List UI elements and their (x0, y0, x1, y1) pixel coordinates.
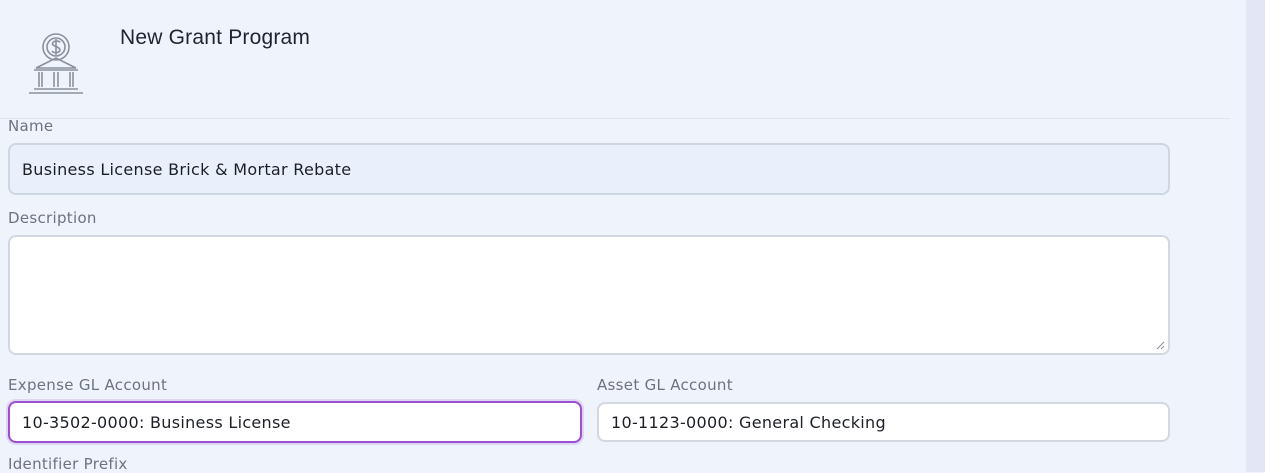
bank-dollar-icon (29, 33, 83, 94)
description-label: Description (8, 209, 97, 227)
asset-gl-account-input[interactable]: 10-1123-0000: General Checking (597, 402, 1170, 442)
scrollbar-track[interactable] (1246, 0, 1265, 472)
asset-gl-account-value: 10-1123-0000: General Checking (611, 412, 886, 432)
expense-gl-account-label: Expense GL Account (8, 376, 168, 394)
resize-grip-icon[interactable] (1156, 341, 1165, 350)
name-label: Name (8, 117, 54, 135)
expense-gl-account-input[interactable]: 10-3502-0000: Business License (8, 401, 582, 443)
asset-gl-account-label: Asset GL Account (597, 376, 733, 394)
description-textarea[interactable] (8, 235, 1170, 355)
expense-gl-account-value: 10-3502-0000: Business License (22, 412, 291, 432)
identifier-prefix-label: Identifier Prefix (8, 455, 128, 473)
name-input-value: Business License Brick & Mortar Rebate (22, 159, 352, 179)
page-header: New Grant Program (0, 0, 1230, 119)
name-input[interactable]: Business License Brick & Mortar Rebate (8, 143, 1170, 195)
page-title: New Grant Program (120, 26, 311, 49)
